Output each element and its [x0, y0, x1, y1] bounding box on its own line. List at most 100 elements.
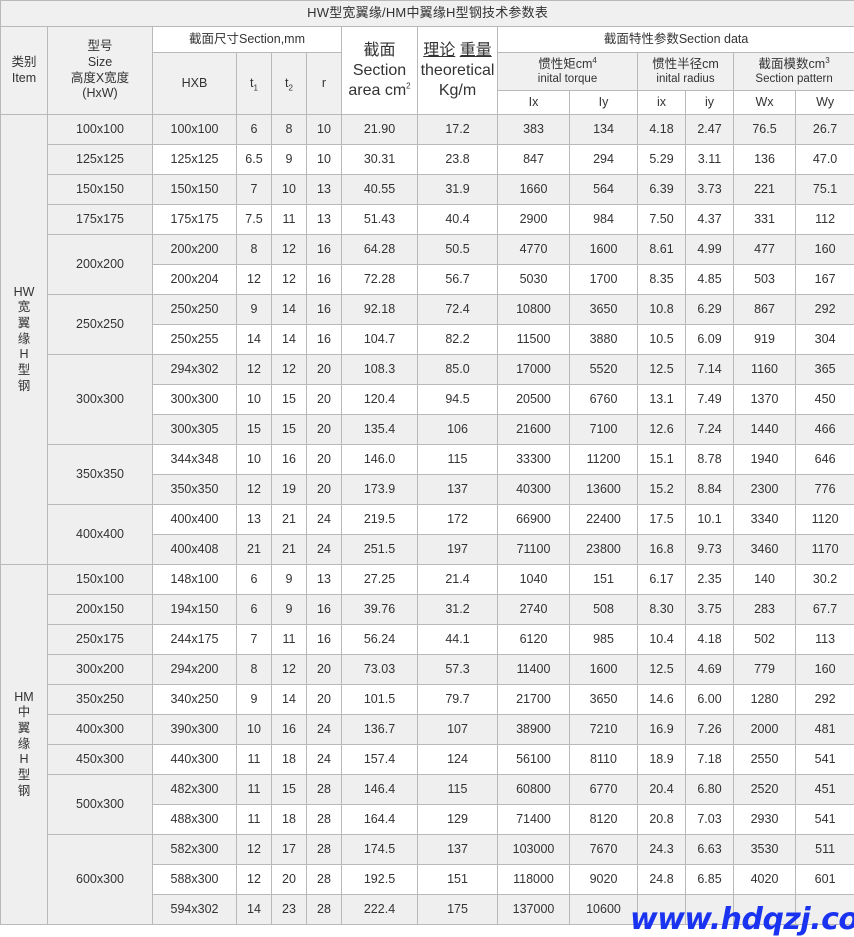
cell-hxb: 588x300 [152, 864, 237, 895]
size-group-cell: 200x150 [47, 594, 153, 625]
cell-t1: 7 [236, 174, 272, 205]
cell-weight: 107 [417, 714, 498, 745]
cell-ix: 10.4 [637, 624, 686, 655]
cell-hxb: 488x300 [152, 804, 237, 835]
cell-iy: 7.26 [685, 714, 734, 745]
cell-t2: 18 [271, 744, 307, 775]
cell-t2: 20 [271, 864, 307, 895]
cell-t1: 10 [236, 714, 272, 745]
cell-hxb: 200x204 [152, 264, 237, 295]
cell-weight: 31.2 [417, 594, 498, 625]
cell-r: 24 [306, 504, 342, 535]
cell-iy: 10.1 [685, 504, 734, 535]
cell-Wx: 919 [733, 324, 796, 355]
cell-Iy: 11200 [569, 444, 638, 475]
cell-r: 20 [306, 474, 342, 505]
cell-Iy: 7100 [569, 414, 638, 445]
cell-hxb: 440x300 [152, 744, 237, 775]
table-row: 200x200 200x200 8 12 16 64.28 50.5 4770 1600 8.61… [1, 234, 854, 295]
cell-Wx: 3340 [733, 504, 796, 535]
header-section-area: 截面 Section area cm2 [341, 26, 418, 115]
cell-Ix: 383 [497, 114, 570, 145]
cell-t1: 12 [236, 834, 272, 865]
cell-iy: 6.63 [685, 834, 734, 865]
cell-area: 251.5 [341, 534, 418, 565]
cell-Iy: 7210 [569, 714, 638, 745]
cell-Wx: 3530 [733, 834, 796, 865]
cell-area: 40.55 [341, 174, 418, 205]
cell-area: 21.90 [341, 114, 418, 145]
cell-t1: 12 [236, 474, 272, 505]
cell-Ix: 71400 [497, 804, 570, 835]
cell-Iy: 134 [569, 114, 638, 145]
cell-hxb: 250x250 [152, 294, 237, 325]
cell-weight: 31.9 [417, 174, 498, 205]
cell-hxb: 400x400 [152, 504, 237, 535]
cell-t2: 12 [271, 654, 307, 685]
cell-weight: 172 [417, 504, 498, 535]
cell-Iy: 8120 [569, 804, 638, 835]
cell-r: 20 [306, 444, 342, 475]
cell-weight: 57.3 [417, 654, 498, 685]
cell-weight: 129 [417, 804, 498, 835]
category-label-char: 型 [17, 767, 31, 782]
cell-r: 16 [306, 624, 342, 655]
cell-r: 16 [306, 264, 342, 295]
cell-Wx: 867 [733, 294, 796, 325]
cell-t1: 9 [236, 294, 272, 325]
cell-t1: 14 [236, 324, 272, 355]
cell-Iy: 1600 [569, 654, 638, 685]
cell-Wy: 1170 [794, 534, 854, 565]
cell-ix: 16.9 [637, 714, 686, 745]
size-group-cell: 400x400 [47, 504, 153, 565]
cell-Iy: 1700 [569, 264, 638, 295]
cell-iy: 6.80 [685, 774, 734, 805]
cell-t2: 8 [271, 114, 307, 145]
cell-Wy: 26.7 [794, 114, 854, 145]
cell-Iy: 3880 [569, 324, 638, 355]
header-ix: ix [637, 90, 686, 115]
size-group-cell: 600x300 [47, 834, 153, 925]
cell-hxb: 582x300 [152, 834, 237, 865]
size-group-cell: 150x100 [47, 564, 153, 595]
cell-iy: 4.37 [685, 204, 734, 235]
cell-Wx: 1370 [733, 384, 796, 415]
cell-hxb: 100x100 [152, 114, 237, 145]
cell-t2: 9 [271, 564, 307, 595]
header-Iy: Iy [569, 90, 638, 115]
category-label-char: 钢 [17, 783, 31, 798]
cell-ix: 6.17 [637, 564, 686, 595]
header-weight-l1: 理论 [423, 41, 456, 59]
cell-Iy: 3650 [569, 684, 638, 715]
cell-t1: 15 [236, 414, 272, 445]
cell-iy: 2.47 [685, 114, 734, 145]
cell-weight: 40.4 [417, 204, 498, 235]
table-row: 400x400 400x400 13 21 24 219.5 172 66900 22400 17… [1, 504, 854, 565]
cell-Iy: 7670 [569, 834, 638, 865]
cell-r: 20 [306, 384, 342, 415]
cell-Iy: 564 [569, 174, 638, 205]
cell-t1: 10 [236, 444, 272, 475]
cell-Wy: 304 [794, 324, 854, 355]
cell-Ix: 5030 [497, 264, 570, 295]
cell-weight: 137 [417, 474, 498, 505]
size-group-cell: 400x300 [47, 714, 153, 745]
cell-r: 20 [306, 654, 342, 685]
cell-ix: 8.61 [637, 234, 686, 265]
cell-area: 222.4 [341, 894, 418, 925]
cell-t2: 14 [271, 324, 307, 355]
header-radius: 惯性半径cm inital radius [637, 52, 734, 91]
header-weight-l4: Kg/m [438, 81, 477, 99]
cell-r: 28 [306, 864, 342, 895]
header-Wy: Wy [794, 90, 854, 115]
cell-t2: 9 [271, 144, 307, 175]
cell-Iy: 1600 [569, 234, 638, 265]
cell-t2: 15 [271, 414, 307, 445]
header-weight-l2: 重量 [459, 41, 492, 59]
category-label-char: H [19, 752, 29, 767]
cell-ix: 6.39 [637, 174, 686, 205]
cell-Ix: 17000 [497, 354, 570, 385]
cell-Ix: 2740 [497, 594, 570, 625]
cell-Wy: 113 [794, 624, 854, 655]
cell-Wy: 292 [794, 294, 854, 325]
